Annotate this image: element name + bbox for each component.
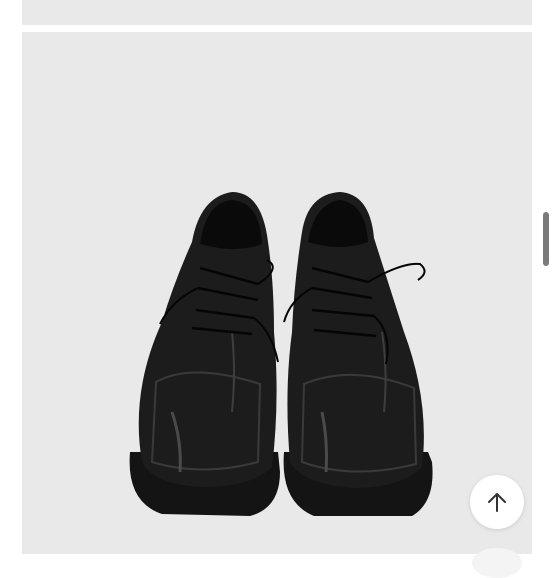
black-derby-shoes-photo-icon: [129, 192, 433, 516]
arrow-up-icon: [488, 493, 506, 512]
floating-action-button[interactable]: [472, 548, 522, 578]
vertical-scrollbar[interactable]: [543, 212, 549, 266]
right-shoe: [283, 192, 433, 516]
product-image-shoes[interactable]: [22, 32, 532, 554]
left-shoe: [129, 192, 280, 516]
scroll-to-top-button[interactable]: [470, 475, 524, 529]
previous-product-image[interactable]: [22, 0, 532, 25]
